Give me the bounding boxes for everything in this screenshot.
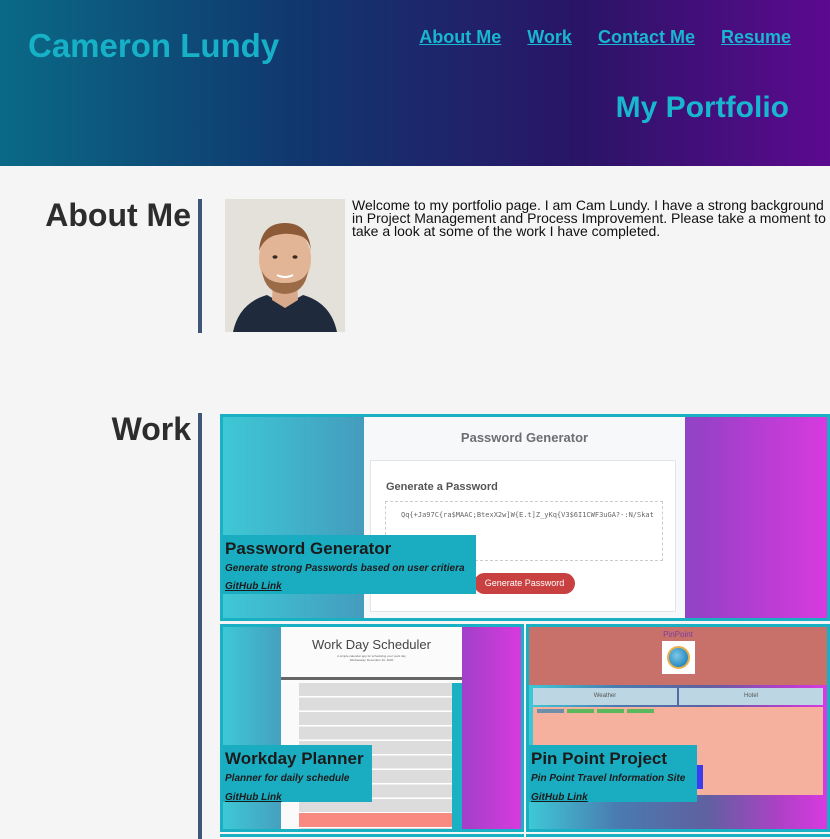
- nav-link-about-me[interactable]: About Me: [419, 27, 501, 48]
- screenshot-heading: Password Generator: [460, 430, 589, 445]
- project-card-pin-point-project[interactable]: PinPoint Weather Hotel Pin Point Project…: [526, 624, 830, 832]
- portfolio-title: My Portfolio: [615, 91, 789, 124]
- about-me-divider: [198, 199, 202, 333]
- screenshot-tab-hotel: Hotel: [679, 688, 823, 705]
- project-card-partial: [220, 834, 524, 839]
- site-header: Cameron Lundy About Me Work Contact Me R…: [0, 0, 830, 166]
- nav-link-contact-me[interactable]: Contact Me: [598, 27, 695, 48]
- project-card-password-generator[interactable]: Password Generator Generate a Password Q…: [220, 414, 830, 621]
- project-card-partial: [526, 834, 830, 839]
- project-description: Generate strong Passwords based on user …: [225, 563, 465, 574]
- site-name: Cameron Lundy: [28, 27, 280, 64]
- github-link[interactable]: GitHub Link: [225, 792, 370, 804]
- project-name: Password Generator: [225, 539, 392, 558]
- main-nav: About Me Work Contact Me Resume: [419, 27, 791, 48]
- screenshot-card-title: Generate a Password: [386, 481, 498, 493]
- project-card-workday-planner[interactable]: Work Day Scheduler A simple calendar app…: [220, 624, 524, 832]
- github-link[interactable]: GitHub Link: [225, 581, 474, 593]
- project-label: Workday Planner Planner for daily schedu…: [223, 745, 372, 804]
- work-heading: Work: [111, 411, 191, 447]
- screenshot-password: Qq{+Ja97C{ra$MAAC;BtexX2w]W{E.t]Z_yKq{V3…: [401, 511, 654, 519]
- screenshot-heading: Work Day Scheduler: [312, 637, 431, 652]
- project-description: Pin Point Travel Information Site: [531, 773, 686, 784]
- profile-photo: [225, 199, 345, 332]
- screenshot-generate-button: Generate Password: [474, 573, 575, 594]
- project-label: Pin Point Project Pin Point Travel Infor…: [529, 745, 697, 804]
- project-name: Workday Planner: [225, 749, 364, 768]
- nav-link-resume[interactable]: Resume: [721, 27, 791, 48]
- nav-link-work[interactable]: Work: [527, 27, 572, 48]
- project-label: Password Generator Generate strong Passw…: [223, 535, 476, 594]
- work-divider: [198, 413, 202, 839]
- about-me-text: Welcome to my portfolio page. I am Cam L…: [352, 197, 826, 239]
- about-me-heading: About Me: [45, 197, 191, 233]
- screenshot-date: Wednesday, December 16, 2020: [349, 658, 394, 662]
- screenshot-heading: PinPoint: [663, 630, 693, 639]
- screenshot-tab-weather: Weather: [533, 688, 677, 705]
- pinpoint-globe: [662, 641, 695, 674]
- project-description: Planner for daily schedule: [225, 773, 350, 784]
- project-name: Pin Point Project: [531, 749, 668, 768]
- github-link[interactable]: GitHub Link: [531, 792, 695, 804]
